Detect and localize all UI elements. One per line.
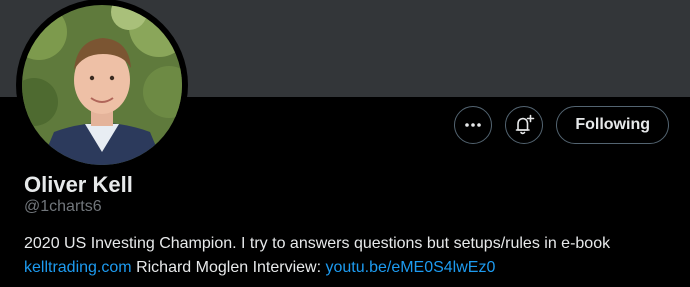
profile-actions: Following — [454, 106, 669, 144]
avatar[interactable] — [19, 2, 185, 168]
bio-line-2: kelltrading.com Richard Moglen Interview… — [24, 256, 684, 280]
more-icon — [465, 123, 482, 127]
notifications-button[interactable] — [505, 106, 544, 144]
bio-line-1: 2020 US Investing Champion. I try to ans… — [24, 235, 611, 252]
avatar-image — [22, 5, 182, 165]
bio-link-youtube[interactable]: youtu.be/eME0S4lwEz0 — [325, 259, 495, 276]
profile-bio: 2020 US Investing Champion. I try to ans… — [24, 232, 684, 280]
bio-link-website[interactable]: kelltrading.com — [24, 259, 132, 276]
user-handle: @1charts6 — [24, 198, 102, 215]
following-button[interactable]: Following — [556, 106, 669, 144]
bell-plus-icon — [516, 114, 535, 135]
more-button[interactable] — [454, 106, 493, 144]
bio-text: Richard Moglen Interview: — [136, 259, 322, 276]
display-name: Oliver Kell — [24, 172, 133, 197]
